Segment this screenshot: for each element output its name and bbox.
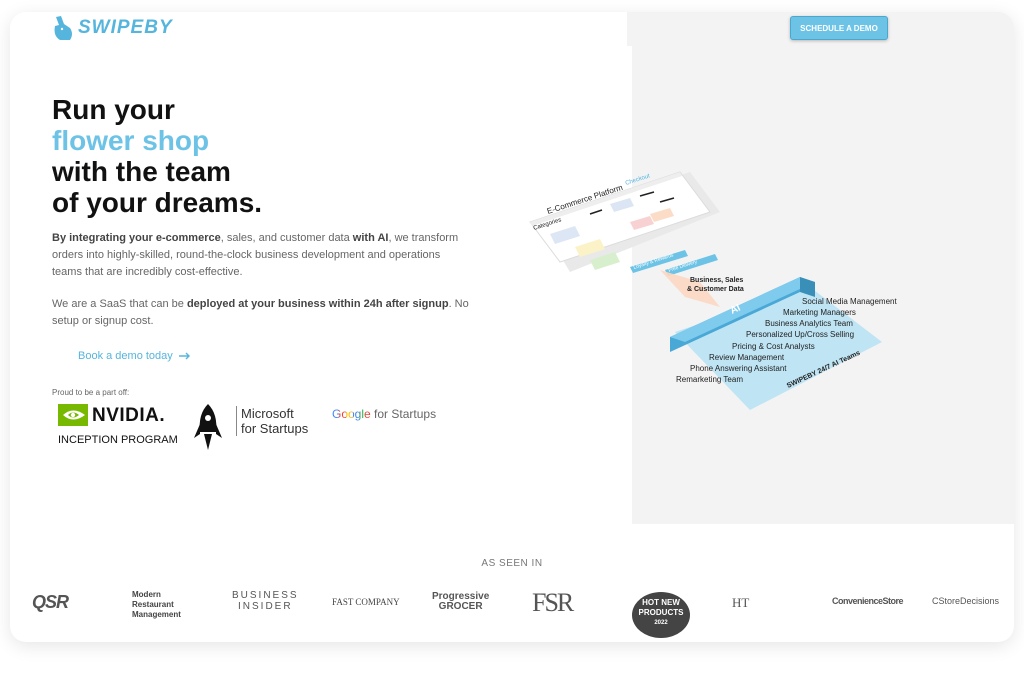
nvidia-inception-label: INCEPTION PROGRAM <box>58 434 178 446</box>
mrm-line-3: Management <box>132 610 181 619</box>
p2-seg-0: We are a SaaS that can be <box>52 298 187 310</box>
nvidia-eye-icon <box>58 404 88 426</box>
microsoft-startups-logo: Microsoft for Startups <box>194 404 308 457</box>
google-startups-text: for Startups <box>370 407 437 421</box>
p1-seg-2: with AI <box>352 232 389 244</box>
headline-line-4: of your dreams. <box>52 187 263 218</box>
team-item: Business Analytics Team <box>765 319 853 328</box>
data-label-2: & Customer Data <box>687 286 744 293</box>
p1-seg-0: By integrating your e-commerce <box>52 232 221 244</box>
page-card: SWIPEBY SCHEDULE A DEMO Run your flower … <box>10 12 1014 642</box>
p1-seg-1: , sales, and customer data <box>220 232 353 244</box>
nvidia-wordmark: NVIDIA. <box>92 405 166 426</box>
headline-accent: flower shop <box>52 125 210 156</box>
mrm-line-1: Modern <box>132 590 161 599</box>
fsr-logo: FSR <box>532 588 574 617</box>
book-demo-link[interactable]: Book a demo today <box>78 350 191 362</box>
modern-restaurant-management-logo: Modern Restaurant Management <box>132 590 181 620</box>
book-demo-label: Book a demo today <box>78 350 173 362</box>
hn-line-1: HOT NEW <box>642 598 680 607</box>
ai-teams-diagram: E-Commerce Platform Checkout Categories … <box>529 171 897 410</box>
team-item: Review Management <box>709 353 785 362</box>
as-seen-in-heading: AS SEEN IN <box>481 558 543 569</box>
nvidia-inception-logo: NVIDIA. INCEPTION PROGRAM <box>58 404 178 446</box>
progressive-grocer-logo: Progressive GROCER <box>432 592 489 612</box>
team-item: Pricing & Cost Analysts <box>732 342 815 351</box>
hero-saas-note: We are a SaaS that can be deployed at yo… <box>52 296 472 330</box>
hn-line-2: PRODUCTS <box>638 608 684 617</box>
data-label-1: Business, Sales <box>690 277 743 284</box>
mrm-line-2: Restaurant <box>132 600 174 609</box>
fast-company-logo: FAST COMPANY <box>332 597 400 607</box>
hospitality-technology-logo: HT <box>732 595 750 610</box>
headline-line-1: Run your <box>52 94 175 125</box>
microsoft-line-1: Microsoft <box>241 406 294 421</box>
rabbit-logo-icon <box>54 16 72 40</box>
qsr-logo: QSR <box>32 592 69 612</box>
hero-headline: Run your flower shop with the team of yo… <box>52 94 262 218</box>
team-item: Marketing Managers <box>783 308 856 317</box>
brand-logo[interactable]: SWIPEBY <box>52 14 173 42</box>
business-insider-logo: BUSINESS INSIDER <box>232 590 299 612</box>
pg-line-2: GROCER <box>438 601 483 612</box>
bi-line-1: BUSINESS <box>232 590 299 601</box>
schedule-demo-button[interactable]: SCHEDULE A DEMO <box>790 16 888 40</box>
team-item: Personalized Up/Cross Selling <box>746 330 854 339</box>
google-wordmark: Google <box>332 407 371 421</box>
rocket-icon <box>194 404 222 450</box>
hot-new-products-badge: HOT NEW PRODUCTS 2022 <box>632 592 690 638</box>
arrow-right-icon <box>178 352 190 360</box>
team-item: Social Media Management <box>802 297 897 306</box>
brand-name: SWIPEBY <box>78 17 173 38</box>
cstore-decisions-logo: CStoreDecisions <box>932 596 1000 606</box>
bi-line-2: INSIDER <box>238 601 293 612</box>
microsoft-line-2: for Startups <box>241 421 309 436</box>
google-startups-logo: Google for Startups <box>332 407 436 421</box>
p2-seg-1: deployed at your business within 24h aft… <box>186 298 449 310</box>
hero-description: By integrating your e-commerce, sales, a… <box>52 230 472 281</box>
headline-line-3: with the team <box>52 156 231 187</box>
team-item: Phone Answering Assistant <box>690 364 787 373</box>
hn-line-3: 2022 <box>654 620 668 626</box>
convenience-store-logo: ConvenienceStore <box>832 596 904 606</box>
partners-caption: Proud to be a part off: <box>52 388 130 397</box>
microsoft-startups-text: Microsoft for Startups <box>236 406 308 436</box>
team-item: Remarketing Team <box>676 375 743 384</box>
